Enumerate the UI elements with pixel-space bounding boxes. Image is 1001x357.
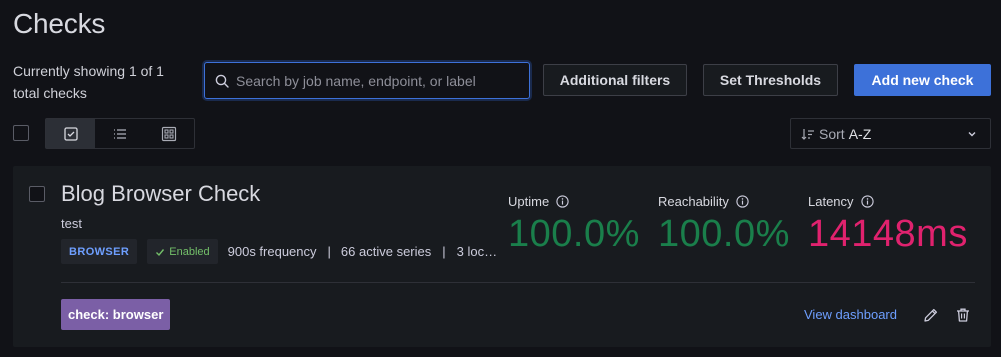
card-divider — [61, 282, 975, 283]
check-title[interactable]: Blog Browser Check — [61, 181, 260, 207]
locations-text: 3 locations — [456, 244, 504, 259]
uptime-value: 100.0% — [508, 213, 640, 255]
status-badge-label: Enabled — [169, 245, 210, 258]
sort-icon — [801, 128, 814, 140]
check-icon — [156, 248, 165, 256]
page-title: Checks — [13, 8, 106, 39]
additional-filters-button[interactable]: Additional filters — [543, 64, 687, 96]
meta-separator: | — [327, 244, 331, 259]
card-view-icon — [64, 126, 78, 141]
sort-value: A-Z — [848, 125, 872, 142]
check-meta-row: BROWSER Enabled 900s frequency | 66 acti… — [61, 239, 504, 264]
view-dashboard-link[interactable]: View dashboard — [804, 307, 897, 322]
grid-view-button[interactable] — [145, 119, 194, 148]
meta-separator: | — [442, 244, 446, 259]
reachability-stat: Reachability 100.0% — [658, 194, 790, 256]
info-icon[interactable] — [736, 195, 749, 208]
search-icon — [215, 74, 229, 88]
check-job-name: test — [61, 216, 82, 231]
reachability-label: Reachability — [658, 194, 729, 209]
add-new-check-button[interactable]: Add new check — [854, 64, 991, 96]
card-view-button[interactable] — [46, 119, 96, 148]
info-icon[interactable] — [860, 195, 874, 208]
sort-label: Sort — [819, 125, 845, 142]
showing-count-text: Currently showing 1 of 1 total checks — [13, 63, 164, 101]
list-view-button[interactable] — [95, 119, 144, 148]
check-select-checkbox[interactable] — [29, 186, 45, 202]
set-thresholds-button[interactable]: Set Thresholds — [703, 64, 838, 96]
sort-select[interactable]: Sort A-Z — [790, 118, 991, 149]
frequency-text: 900s frequency — [227, 244, 317, 259]
latency-stat: Latency 14148ms — [808, 194, 968, 256]
label-chip[interactable]: check: browser — [61, 299, 171, 330]
chevron-down-icon — [968, 132, 976, 137]
select-all-checkbox[interactable] — [13, 125, 29, 141]
view-mode-toggle — [45, 118, 195, 149]
uptime-label: Uptime — [508, 194, 550, 209]
list-view-icon — [113, 128, 126, 139]
grid-view-icon — [162, 126, 177, 141]
edit-icon[interactable] — [922, 306, 940, 324]
search-box[interactable] — [204, 62, 530, 99]
search-input[interactable] — [236, 72, 516, 89]
latency-value: 14148ms — [808, 213, 968, 255]
check-type-badge: BROWSER — [61, 239, 138, 264]
uptime-stat: Uptime 100.0% — [508, 194, 640, 256]
active-series-text: 66 active series — [340, 244, 432, 259]
info-icon[interactable] — [556, 195, 569, 208]
trash-icon[interactable] — [954, 306, 972, 324]
status-badge: Enabled — [147, 239, 218, 264]
check-card: Blog Browser Check test BROWSER Enabled … — [13, 166, 991, 347]
latency-label: Latency — [808, 194, 854, 209]
reachability-value: 100.0% — [658, 213, 790, 255]
